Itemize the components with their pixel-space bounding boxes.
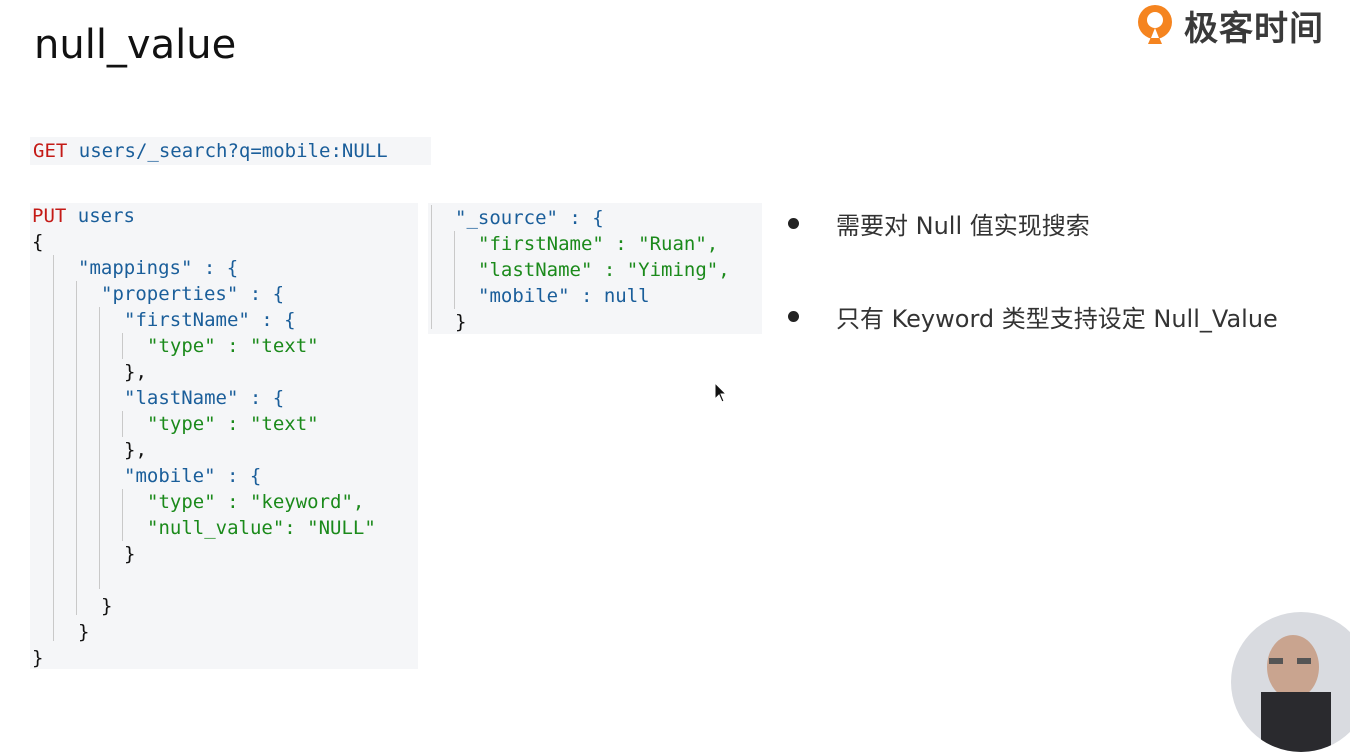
code-line: "_source" : { [455, 207, 604, 229]
put-line: PUT users [32, 203, 135, 229]
code-line: }, [124, 439, 147, 461]
code-line: "lastName" : { [124, 387, 285, 409]
code-line: "null_value": "NULL" [147, 517, 376, 539]
indent-guide [76, 281, 77, 615]
get-method: GET [33, 140, 68, 162]
brand-name: 极客时间 [1184, 8, 1324, 49]
presenter-avatar [1231, 612, 1350, 752]
indent-guide [431, 205, 432, 329]
put-index: users [77, 205, 135, 227]
geekbang-logo-icon [1138, 5, 1172, 44]
indent-guide [454, 231, 455, 309]
code-line: "mobile" : { [124, 465, 262, 487]
indent-guide [122, 333, 123, 359]
code-line: { [32, 231, 44, 253]
presenter-face-icon [1261, 635, 1331, 752]
code-line: } [455, 311, 467, 333]
bullet-item: 只有 Keyword 类型支持设定 Null_Value [836, 305, 1278, 333]
mouse-cursor-icon [714, 382, 728, 403]
brand-logo: 极客时间 [1132, 0, 1324, 50]
slide-title: null_value [34, 22, 237, 68]
get-query-line: GET users/_search?q=mobile:NULL [30, 137, 431, 165]
put-method: PUT [32, 205, 67, 227]
indent-guide [122, 411, 123, 437]
bullet-item: 需要对 Null 值实现搜索 [836, 212, 1090, 240]
indent-guide [53, 255, 54, 641]
code-line: "mappings" : { [78, 257, 239, 279]
source-code-block: "_source" : { "firstName" : "Ruan", "las… [428, 203, 762, 334]
put-mapping-code-block: PUT users { "mappings" : { "properties" … [30, 203, 418, 669]
code-line: "firstName" : "Ruan", [478, 233, 719, 255]
get-path: users/_search?q=mobile:NULL [78, 140, 388, 162]
code-line: "type" : "text" [147, 413, 319, 435]
bullet-dot [788, 218, 799, 229]
code-line: } [32, 647, 44, 669]
bullet-dot [788, 311, 799, 322]
code-line: } [78, 621, 90, 643]
code-line: "properties" : { [101, 283, 285, 305]
code-line: "mobile" : null [478, 285, 650, 307]
code-line: "type" : "text" [147, 335, 319, 357]
code-line: "firstName" : { [124, 309, 296, 331]
code-line: "type" : "keyword", [147, 491, 365, 513]
code-line: } [124, 543, 136, 565]
code-line: } [101, 595, 113, 617]
code-line: "lastName" : "Yiming", [478, 259, 730, 281]
code-line: }, [124, 361, 147, 383]
indent-guide [99, 307, 100, 589]
indent-guide [122, 489, 123, 541]
